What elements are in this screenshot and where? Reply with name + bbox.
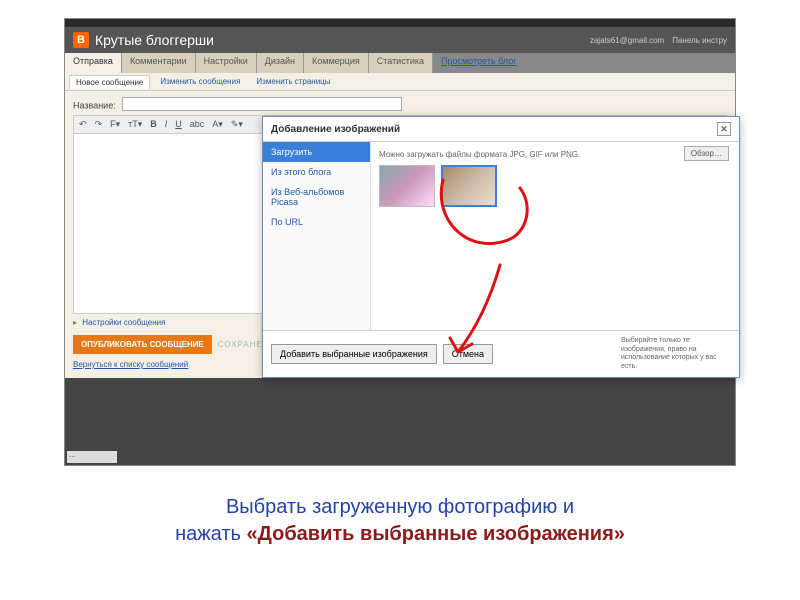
sidebar-item-this-blog[interactable]: Из этого блога <box>263 162 370 182</box>
italic-icon[interactable]: I <box>162 118 171 131</box>
subtab-edit-pages[interactable]: Изменить страницы <box>250 75 336 88</box>
font-family-icon[interactable]: F▾ <box>107 118 123 131</box>
modal-title: Добавление изображений <box>271 124 400 135</box>
blogger-logo-icon: B <box>73 32 89 48</box>
bold-icon[interactable]: B <box>147 118 160 131</box>
modal-source-sidebar: Загрузить Из этого блога Из Веб-альбомов… <box>263 142 371 330</box>
tab-stats[interactable]: Статистика <box>369 53 433 73</box>
uploaded-thumbnails <box>379 165 731 207</box>
image-thumbnail-2[interactable] <box>441 165 497 207</box>
caption-line-2-bold: «Добавить выбранные изображения» <box>246 523 624 545</box>
rights-hint: Выбирайте только те изображения, право н… <box>621 337 731 371</box>
close-icon[interactable]: ✕ <box>717 122 731 136</box>
cancel-button[interactable]: Отмена <box>443 344 493 364</box>
strike-icon[interactable]: abc <box>187 118 208 131</box>
underline-icon[interactable]: U <box>172 118 185 131</box>
sub-tabs: Новое сообщение Изменить сообщения Измен… <box>65 73 735 91</box>
title-label: Название: <box>73 101 116 111</box>
tab-posting[interactable]: Отправка <box>65 53 122 73</box>
tab-design[interactable]: Дизайн <box>257 53 304 73</box>
main-tabs: Отправка Комментарии Настройки Дизайн Ко… <box>65 53 735 73</box>
add-images-modal: Добавление изображений ✕ Загрузить Из эт… <box>262 116 740 378</box>
highlight-icon[interactable]: ✎▾ <box>228 118 246 131</box>
preview-blog-link[interactable]: Просмотреть блог <box>433 53 525 73</box>
undo-icon[interactable]: ↶ <box>76 118 90 131</box>
post-settings-link[interactable]: Настройки сообщения <box>82 318 165 327</box>
redo-icon[interactable]: ↷ <box>92 118 106 131</box>
tab-comments[interactable]: Комментарии <box>122 53 196 73</box>
upload-hint: Можно загружать файлы формата JPG, GIF и… <box>379 150 731 159</box>
post-title-input[interactable] <box>122 97 402 111</box>
font-size-icon[interactable]: тТ▾ <box>125 118 145 131</box>
arrow-right-icon[interactable]: ▸ <box>73 318 77 327</box>
header-bar: B Крутые блоггерши zajats61@gmail.com Па… <box>65 27 735 53</box>
browser-chrome-top <box>65 19 735 27</box>
user-info: zajats61@gmail.com Панель инстру <box>590 36 727 45</box>
blog-title: Крутые блоггерши <box>95 32 214 48</box>
bottom-toolstrip: ⋯ <box>67 451 117 463</box>
page-bottom-dark <box>65 385 735 465</box>
user-email: zajats61@gmail.com <box>590 36 664 45</box>
browse-button[interactable]: Обзор… <box>684 146 729 161</box>
image-thumbnail-1[interactable] <box>379 165 435 207</box>
caption-line-2-prefix: нажать <box>175 523 246 545</box>
add-selected-button[interactable]: Добавить выбранные изображения <box>271 344 437 364</box>
sidebar-item-url[interactable]: По URL <box>263 212 370 232</box>
subtab-edit-posts[interactable]: Изменить сообщения <box>154 75 246 88</box>
caption-line-1: Выбрать загруженную фотографию и <box>0 494 800 521</box>
back-to-posts-link[interactable]: Вернуться к списку сообщений <box>73 360 188 369</box>
subtab-new-post[interactable]: Новое сообщение <box>69 75 150 89</box>
sidebar-item-picasa[interactable]: Из Веб-альбомов Picasa <box>263 182 370 212</box>
slide-caption: Выбрать загруженную фотографию и нажать … <box>0 494 800 548</box>
tab-settings[interactable]: Настройки <box>196 53 257 73</box>
text-color-icon[interactable]: A▾ <box>209 118 226 131</box>
dashboard-link[interactable]: Панель инстру <box>672 36 727 45</box>
sidebar-item-upload[interactable]: Загрузить <box>263 142 370 162</box>
publish-button[interactable]: ОПУБЛИКОВАТЬ СООБЩЕНИЕ <box>73 335 212 354</box>
tab-monetize[interactable]: Коммерция <box>304 53 369 73</box>
